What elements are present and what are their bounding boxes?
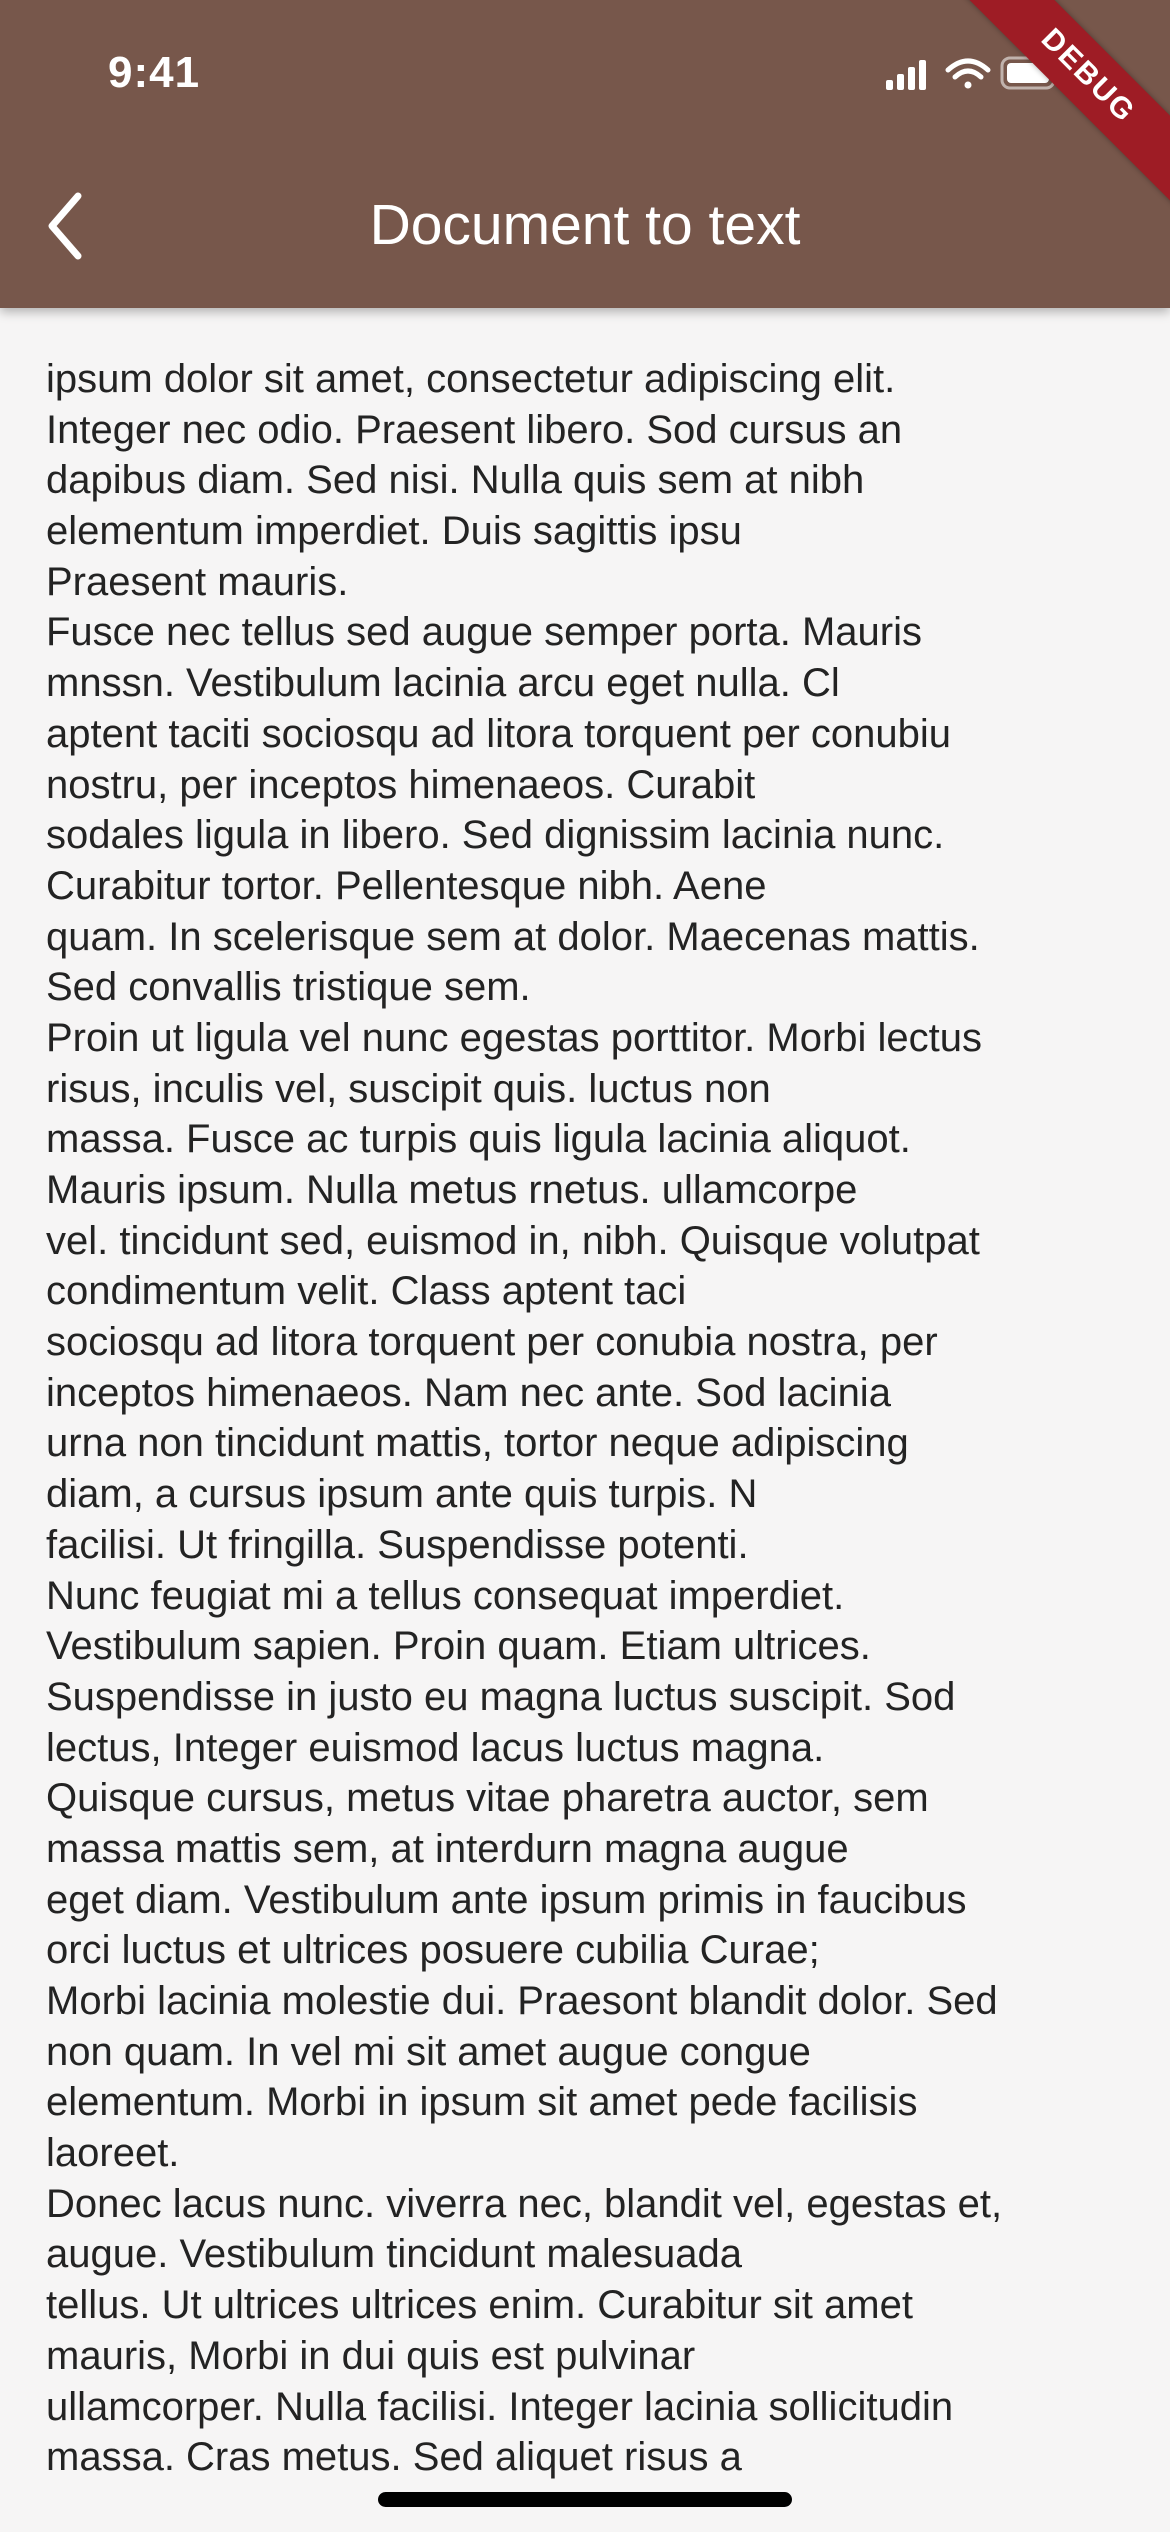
document-line: orci luctus et ultrices posuere cubilia … (46, 1928, 820, 1973)
document-line: Integer nec odio. Praesent libero. Sod c… (46, 407, 903, 452)
document-line: massa. Fusce ac turpis quis ligula lacin… (46, 1117, 911, 1162)
document-line: sociosqu ad litora torquent per conubia … (46, 1320, 938, 1365)
home-indicator[interactable] (378, 2492, 792, 2507)
document-line: Mauris ipsum. Nulla metus rnetus. ullamc… (46, 1168, 858, 1212)
document-line: massa. Cras metus. Sed aliquet risus a (46, 2435, 742, 2480)
app-bar: 9:41 Document to text DEBUG (0, 0, 1170, 308)
document-line: facilisi. Ut fringilla. Suspendisse pote… (46, 1522, 749, 1567)
wifi-icon (945, 58, 991, 89)
document-line: Vestibulum sapien. Proin quam. Etiam ult… (46, 1624, 871, 1669)
document-line: Proin ut ligula vel nunc egestas porttit… (46, 1015, 983, 1060)
document-line: ipsum dolor sit amet, consectetur adipis… (46, 357, 896, 401)
document-line: massa mattis sem, at interdurn magna aug… (46, 1826, 849, 1871)
document-line: quam. In scelerisque sem at dolor. Maece… (46, 914, 980, 959)
document-line: nostru, per inceptos himenaeos. Curabit (46, 762, 756, 807)
document-line: elementum imperdiet. Duis sagittis ipsu (46, 509, 742, 554)
document-line: risus, inculis vel, suscipit quis. luctu… (46, 1066, 771, 1111)
document-line: ullamcorper. Nulla facilisi. Integer lac… (46, 2384, 954, 2429)
page-title: Document to text (369, 193, 801, 257)
document-line: inceptos himenaeos. Nam nec ante. Sod la… (46, 1370, 891, 1415)
document-line: aptent taciti sociosqu ad litora torquen… (46, 711, 952, 756)
document-line: mnssn. Vestibulum lacinia arcu eget null… (46, 661, 840, 706)
document-line: elementum. Morbi in ipsum sit amet pede … (46, 2080, 918, 2125)
document-line: augue. Vestibulum tincidunt malesuada (46, 2232, 743, 2277)
document-text: ipsum dolor sit amet, consectetur adipis… (46, 354, 1136, 2494)
document-line: Morbi lacinia molestie dui. Praesont bla… (46, 1979, 998, 2023)
debug-banner: DEBUG (953, 0, 1170, 211)
document-line: sodales ligula in libero. Sed dignissim … (46, 813, 945, 858)
status-time: 9:41 (108, 48, 201, 97)
document-line: lectus, Integer euismod lacus luctus mag… (46, 1725, 825, 1770)
document-line: non quam. In vel mi sit amet augue congu… (46, 2029, 811, 2074)
document-line: condimentum velit. Class aptent taci (46, 1269, 687, 1314)
document-line: eget diam. Vestibulum ante ipsum primis … (46, 1877, 967, 1922)
document-line: Praesent mauris. (46, 559, 349, 604)
document-line: Suspendisse in justo eu magna luctus sus… (46, 1674, 956, 1719)
document-line: Sed convallis tristique sem. (46, 965, 531, 1010)
document-line: Quisque cursus, metus vitae pharetra auc… (46, 1776, 929, 1821)
document-line: Donec lacus nunc. viverra nec, blandit v… (46, 2181, 1003, 2226)
document-line: laoreet. (46, 2131, 180, 2176)
cellular-signal-icon (886, 60, 926, 90)
document-line: tellus. Ut ultrices ultrices enim. Curab… (46, 2283, 913, 2328)
document-line: urna non tincidunt mattis, tortor neque … (46, 1421, 909, 1466)
document-line: dapibus diam. Sed nisi. Nulla quis sem a… (46, 458, 865, 503)
document-line: vel. tincidunt sed, euismod in, nibh. Qu… (46, 1218, 980, 1263)
document-line: Curabitur tortor. Pellentesque nibh. Aen… (46, 863, 767, 908)
document-line: Fusce nec tellus sed augue semper porta.… (46, 610, 922, 655)
document-line: Nunc feugiat mi a tellus consequat imper… (46, 1573, 845, 1618)
document-line: mauris, Morbi in dui quis est pulvinar (46, 2333, 696, 2378)
document-line: diam, a cursus ipsum ante quis turpis. N (46, 1472, 758, 1517)
